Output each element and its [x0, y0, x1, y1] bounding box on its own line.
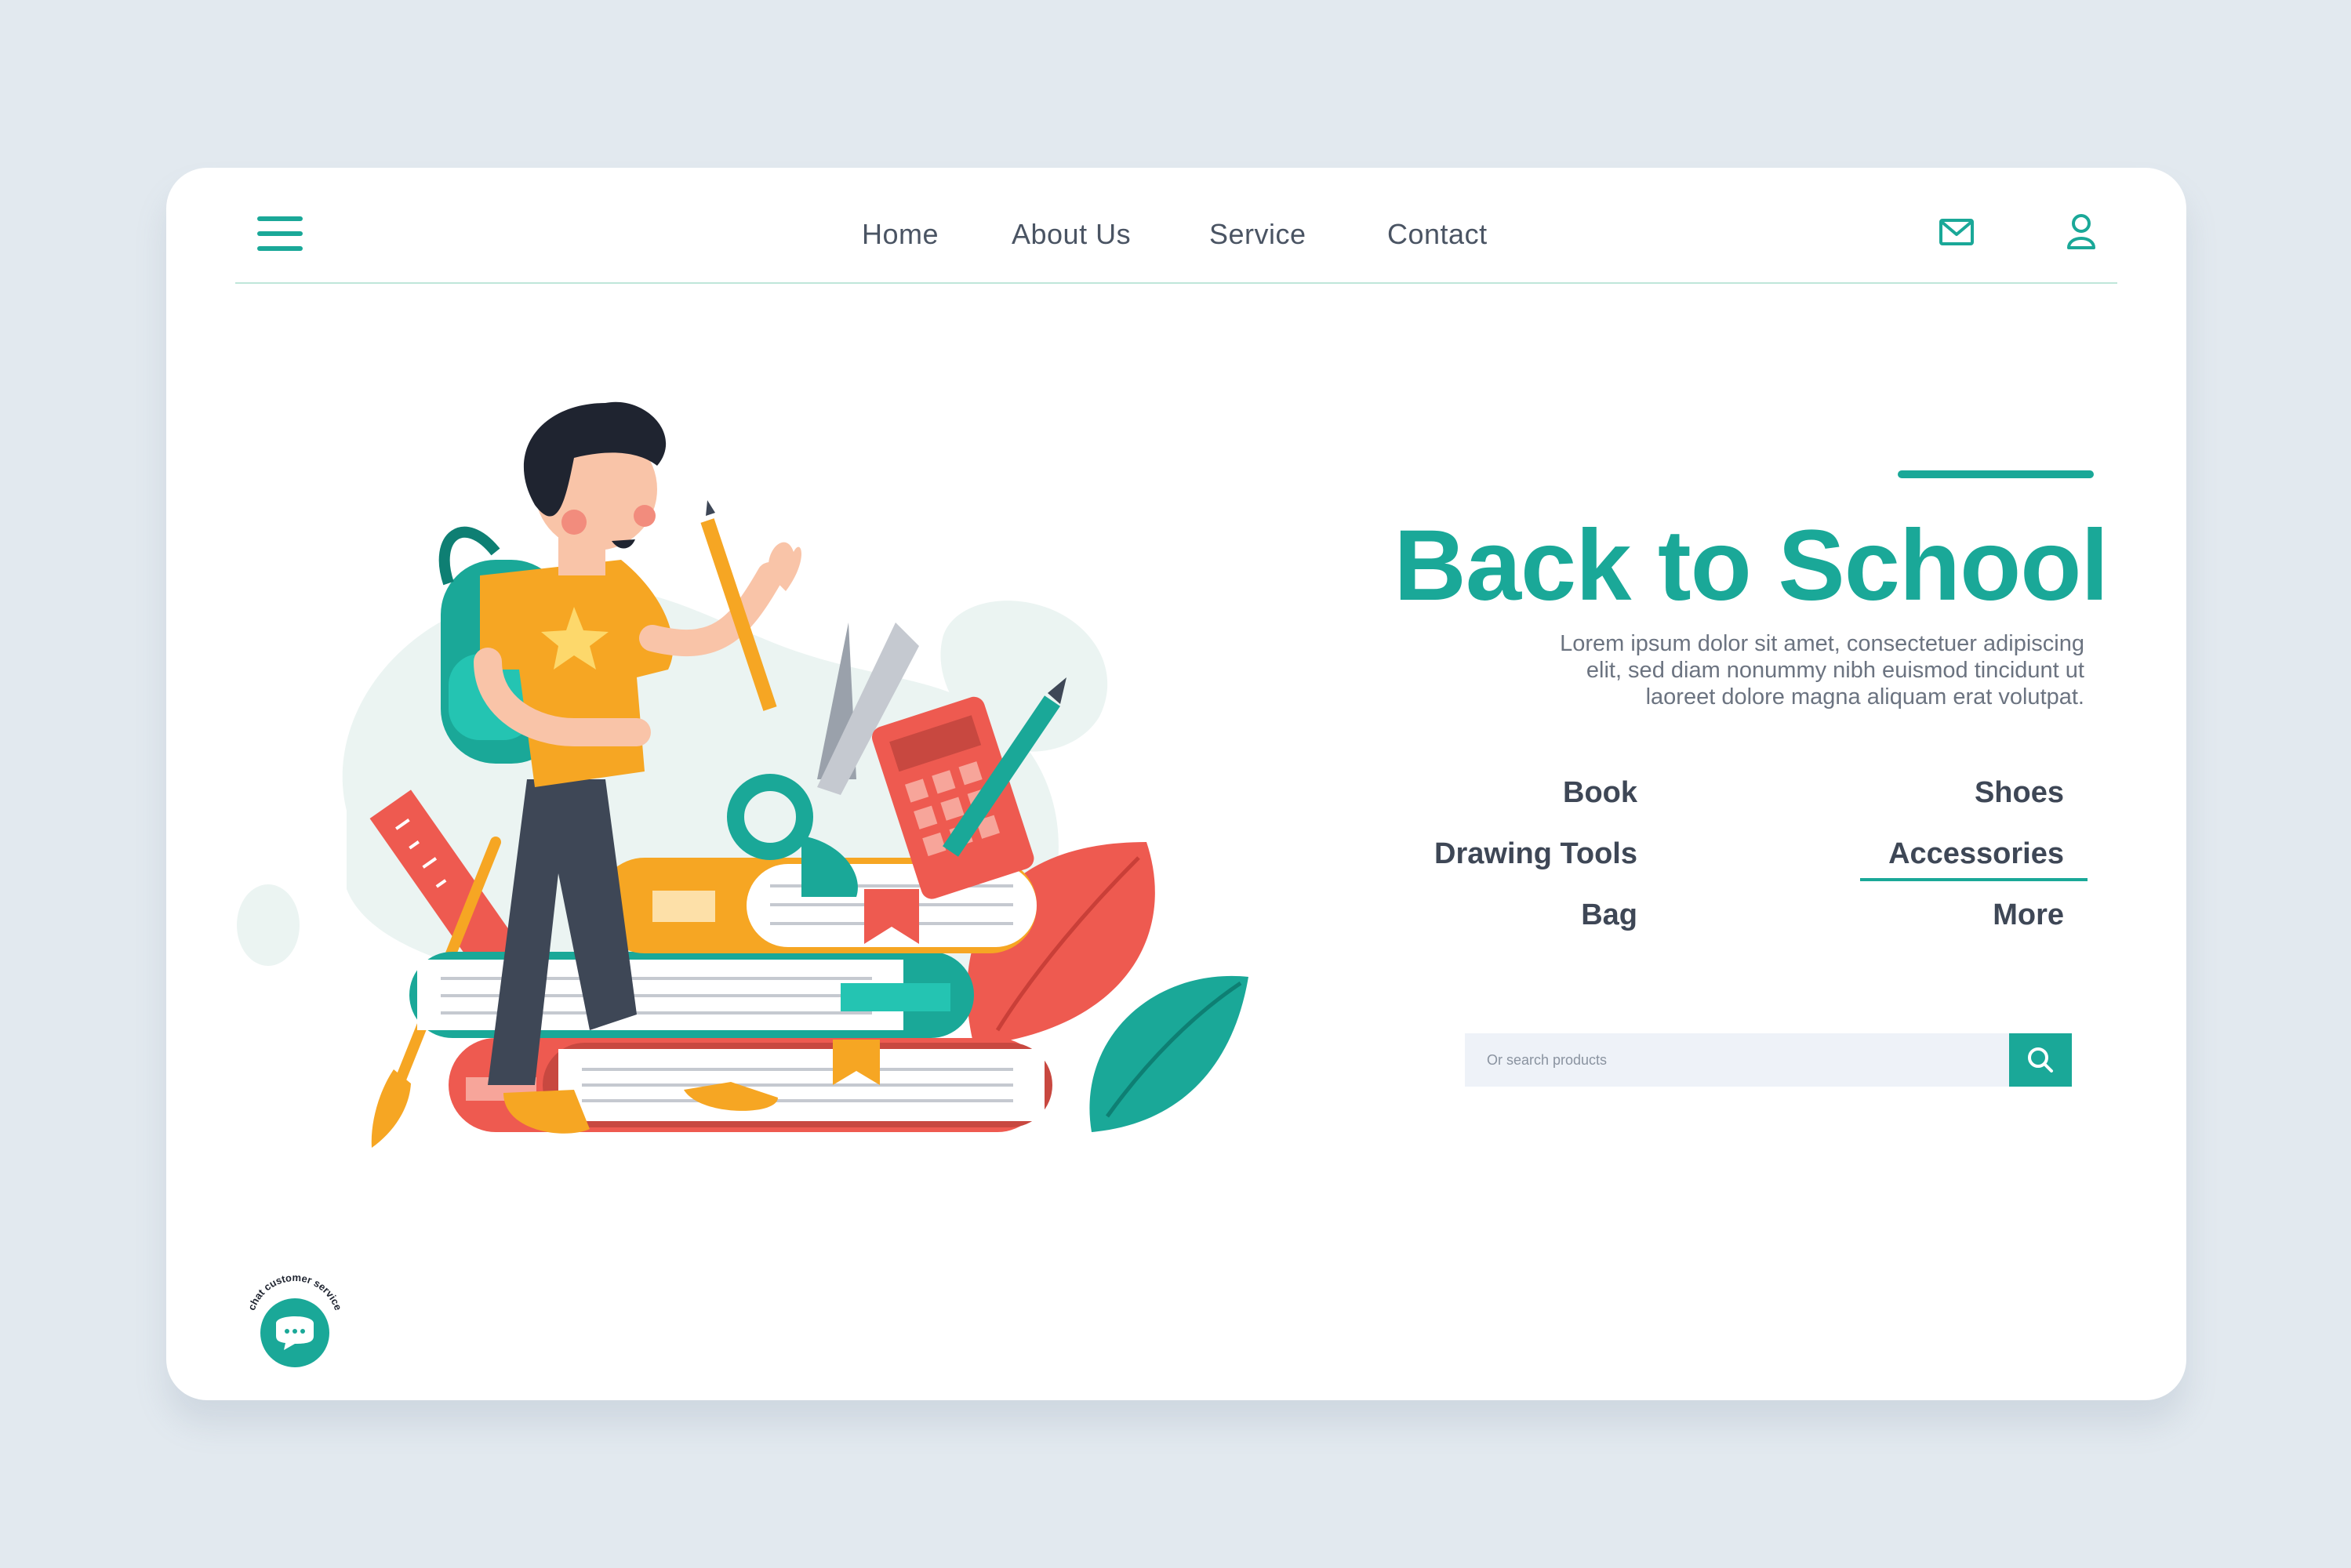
- background-dot: [237, 884, 300, 966]
- hero-illustration: [237, 401, 1248, 1148]
- category-book[interactable]: Book: [1563, 776, 1637, 810]
- page-title: Back to School: [1394, 510, 2109, 622]
- landing-card: Home About Us Service Contact Back to Sc…: [166, 168, 2186, 1400]
- mail-icon[interactable]: [1939, 218, 1975, 246]
- title-accent-bar: [1898, 470, 2094, 478]
- chat-customer-service-button[interactable]: chat customer service: [240, 1265, 350, 1375]
- search-button[interactable]: [2009, 1033, 2072, 1087]
- category-bag[interactable]: Bag: [1581, 898, 1637, 932]
- active-category-underline: [1860, 878, 2088, 881]
- category-drawing-tools[interactable]: Drawing Tools: [1434, 837, 1637, 871]
- search-input[interactable]: [1465, 1033, 2009, 1087]
- hero-description: Lorem ipsum dolor sit amet, consectetuer…: [1560, 631, 2084, 710]
- category-accessories[interactable]: Accessories: [1888, 837, 2064, 871]
- category-more[interactable]: More: [1993, 898, 2064, 932]
- user-icon[interactable]: [2066, 213, 2097, 251]
- category-shoes[interactable]: Shoes: [1975, 776, 2064, 810]
- search-icon: [2028, 1047, 2053, 1073]
